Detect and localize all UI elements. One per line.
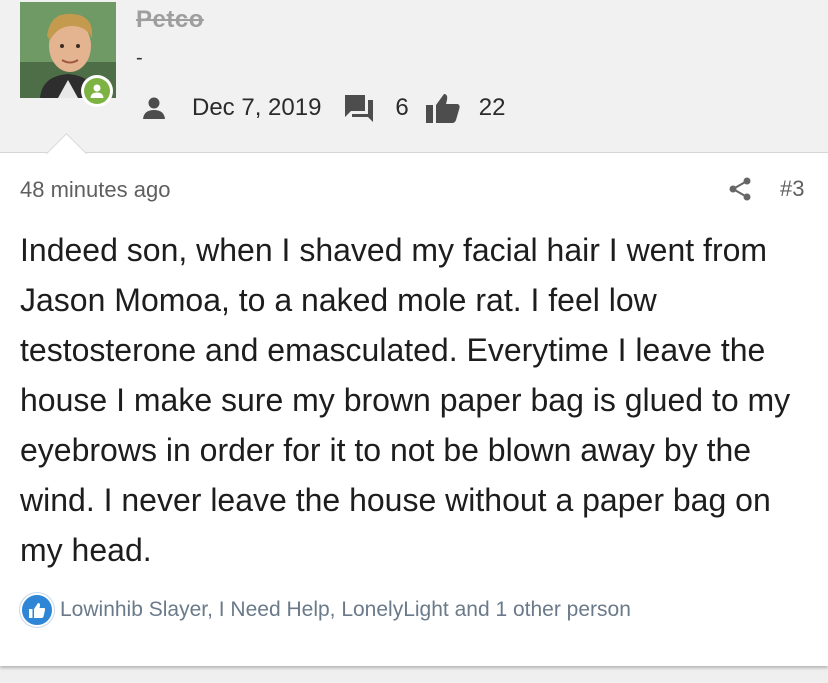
user-stats: Dec 7, 2019 6 22 bbox=[140, 90, 505, 126]
post-timestamp[interactable]: 48 minutes ago bbox=[20, 177, 170, 203]
post-card: 48 minutes ago #3 Indeed son, when I sha… bbox=[0, 153, 828, 666]
online-status-icon bbox=[81, 75, 113, 107]
thumbs-up-icon bbox=[425, 92, 461, 124]
user-header: Petco - Dec 7, 2019 6 22 bbox=[0, 0, 828, 152]
join-date: Dec 7, 2019 bbox=[192, 94, 322, 121]
username[interactable]: Petco bbox=[136, 6, 204, 34]
post-body: Indeed son, when I shaved my facial hair… bbox=[20, 232, 791, 568]
reactions-bar[interactable]: Lowinhib Slayer, I Need Help, LonelyLigh… bbox=[20, 593, 631, 627]
user-icon bbox=[140, 94, 168, 122]
share-icon[interactable] bbox=[727, 176, 753, 207]
reactions-summary[interactable]: Lowinhib Slayer, I Need Help, LonelyLigh… bbox=[60, 598, 631, 622]
post-number[interactable]: #3 bbox=[780, 176, 804, 202]
message-count: 6 bbox=[395, 94, 409, 121]
user-title: - bbox=[136, 47, 143, 69]
like-reaction-icon bbox=[20, 593, 54, 627]
reaction-score: 22 bbox=[478, 94, 506, 121]
messages-icon bbox=[343, 93, 375, 123]
